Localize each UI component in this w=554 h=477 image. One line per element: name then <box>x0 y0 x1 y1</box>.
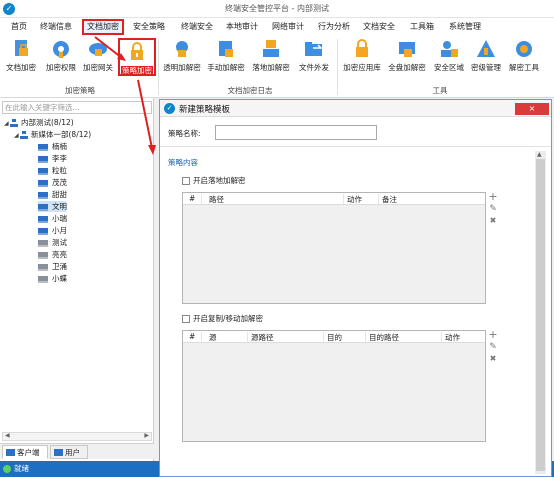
dialog-divider <box>160 146 551 147</box>
edit-icon[interactable]: ✎ <box>488 204 498 214</box>
landing-crypto-table[interactable]: # 路径 动作 备注 <box>182 192 486 304</box>
landing-crypto-checkbox[interactable] <box>182 177 190 185</box>
add-icon[interactable]: + <box>488 329 498 340</box>
delete-icon[interactable]: ✖ <box>488 354 498 364</box>
edit-icon[interactable]: ✎ <box>488 342 498 352</box>
dialog-app-icon: ✓ <box>164 103 175 114</box>
close-button[interactable]: × <box>515 103 549 115</box>
policy-name-input[interactable] <box>215 125 377 140</box>
dialog-title-bar: ✓ 新建策略模板 × <box>160 100 551 117</box>
column-header[interactable]: # <box>189 194 195 203</box>
landing-crypto-checkbox-row[interactable]: 开启落地加解密 <box>182 175 246 186</box>
column-header[interactable]: 动作 <box>347 194 362 205</box>
policy-content-heading: 策略内容 <box>168 158 198 167</box>
column-header[interactable]: 源路径 <box>251 332 274 343</box>
column-header[interactable]: # <box>189 332 195 341</box>
dialog-title: 新建策略模板 <box>179 105 231 115</box>
policy-name-label: 策略名称: <box>168 129 201 138</box>
add-icon[interactable]: + <box>488 191 498 202</box>
scroll-up-icon[interactable]: ▲ <box>537 151 542 158</box>
column-header[interactable]: 路径 <box>209 194 224 205</box>
column-header[interactable]: 源 <box>209 332 217 343</box>
delete-icon[interactable]: ✖ <box>488 216 498 226</box>
table-header: # 源 源路径 目的 目的路径 动作 <box>183 331 485 343</box>
copy-move-crypto-checkbox-row[interactable]: 开启复制/移动加解密 <box>182 313 263 324</box>
column-header[interactable]: 目的 <box>327 332 342 343</box>
scrollbar-thumb[interactable] <box>536 159 545 471</box>
new-policy-template-dialog: ✓ 新建策略模板 × 策略名称: 策略内容 开启落地加解密 # 路径 动作 备注… <box>159 99 552 477</box>
table-header: # 路径 动作 备注 <box>183 193 485 205</box>
column-header[interactable]: 目的路径 <box>369 332 399 343</box>
copy-move-crypto-checkbox[interactable] <box>182 315 190 323</box>
column-header[interactable]: 动作 <box>445 332 460 343</box>
copy-move-crypto-table[interactable]: # 源 源路径 目的 目的路径 动作 <box>182 330 486 442</box>
column-header[interactable]: 备注 <box>382 194 397 205</box>
dialog-vertical-scrollbar[interactable]: ▲ <box>535 151 546 474</box>
